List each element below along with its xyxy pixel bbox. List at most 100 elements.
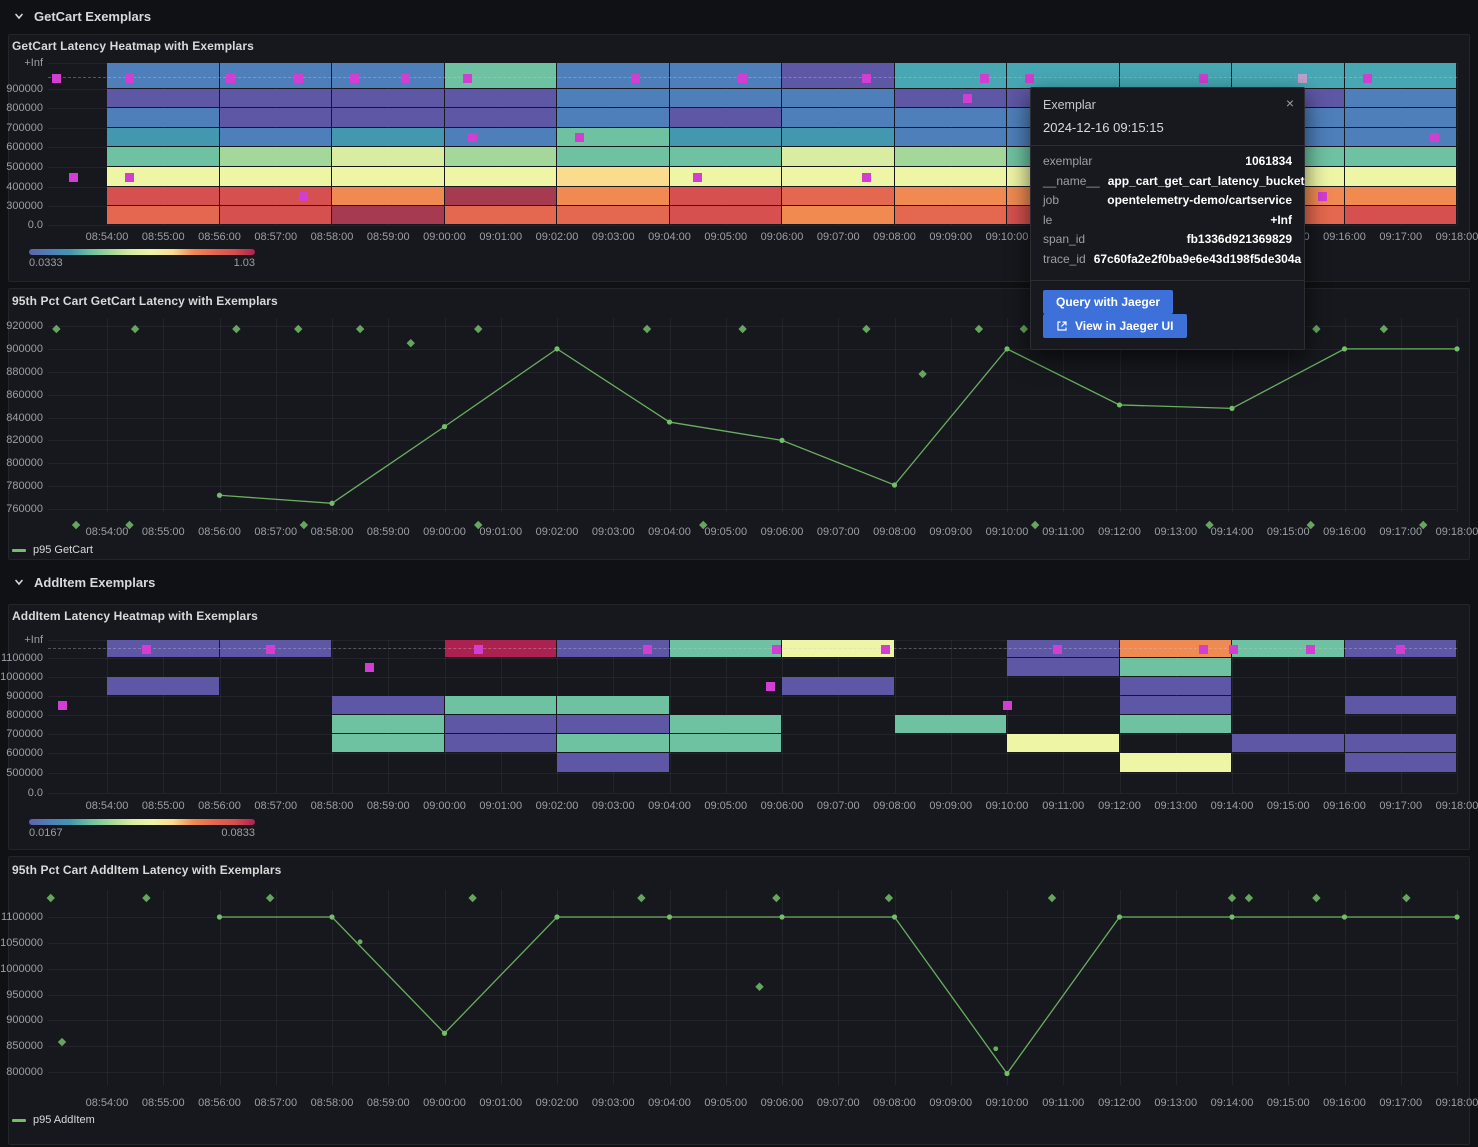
heatmap-cell (670, 187, 782, 205)
query-with-jaeger-button[interactable]: Query with Jaeger (1043, 290, 1173, 314)
x-axis-tick-label: 09:08:00 (873, 231, 916, 243)
gridline (501, 318, 502, 512)
exemplar-marker[interactable] (1396, 645, 1405, 654)
x-axis-tick-label: 09:06:00 (761, 231, 804, 243)
heatmap-cell (332, 696, 444, 714)
x-axis-tick-label: 09:03:00 (592, 231, 635, 243)
exemplar-marker[interactable] (1363, 74, 1372, 83)
exemplar-marker[interactable] (58, 701, 67, 710)
x-axis-tick-label: 09:18:00 (1436, 800, 1478, 812)
exemplar-marker[interactable] (468, 133, 477, 142)
panel-title-additem-heatmap[interactable]: AddItem Latency Heatmap with Exemplars (12, 609, 258, 623)
exemplar-marker[interactable] (631, 74, 640, 83)
exemplar-marker[interactable] (1318, 192, 1327, 201)
color-scale-max: 0.0833 (175, 827, 255, 839)
y-axis-tick-label: 900000 (0, 1014, 43, 1026)
x-axis-tick-label: 08:54:00 (86, 526, 129, 538)
exemplar-marker[interactable] (1025, 74, 1034, 83)
heatmap-cell (220, 187, 332, 205)
exemplar-marker[interactable] (1003, 701, 1012, 710)
x-axis-tick-label: 09:03:00 (592, 1097, 635, 1109)
exemplar-marker[interactable] (294, 74, 303, 83)
y-axis-tick-label: +Inf (0, 57, 43, 69)
x-axis-tick-label: 09:18:00 (1436, 1097, 1478, 1109)
section-header-additem[interactable]: AddItem Exemplars (0, 566, 1478, 598)
panel-title-getcart-latency[interactable]: 95th Pct Cart GetCart Latency with Exemp… (12, 294, 278, 308)
exemplar-marker[interactable] (52, 74, 61, 83)
exemplar-marker[interactable] (474, 645, 483, 654)
y-axis-tick-label: 800000 (0, 1066, 43, 1078)
x-axis-tick-label: 09:09:00 (929, 231, 972, 243)
exemplar-marker[interactable] (1229, 645, 1238, 654)
gridline (557, 318, 558, 512)
x-axis-tick-label: 09:17:00 (1379, 231, 1422, 243)
gridline (1345, 318, 1346, 512)
heatmap-cell (670, 128, 782, 146)
color-scale-gradient (29, 249, 255, 255)
close-icon[interactable]: × (1286, 96, 1294, 110)
exemplar-marker[interactable] (693, 173, 702, 182)
color-scale-min: 0.0167 (29, 827, 63, 839)
tooltip-field-row: le+Inf (1043, 213, 1292, 233)
y-axis-tick-label: 700000 (0, 728, 43, 740)
legend-series-label[interactable]: p95 AddItem (33, 1114, 95, 1126)
series-legend[interactable]: p95 AddItem (12, 1114, 95, 1126)
panel-title-additem-latency[interactable]: 95th Pct Cart AddItem Latency with Exemp… (12, 863, 281, 877)
exemplar-marker[interactable] (766, 682, 775, 691)
tooltip-field-value: app_cart_get_cart_latency_bucket (1108, 174, 1305, 188)
gridline (557, 890, 558, 1085)
exemplar-marker[interactable] (266, 645, 275, 654)
heatmap-cell (332, 206, 444, 224)
legend-series-label[interactable]: p95 GetCart (33, 544, 93, 556)
legend-series-swatch (12, 1119, 26, 1122)
x-axis-tick-label: 09:09:00 (929, 526, 972, 538)
exemplar-marker[interactable] (1430, 133, 1439, 142)
exemplar-marker[interactable] (1298, 74, 1307, 83)
heatmap-cell (220, 128, 332, 146)
exemplar-marker[interactable] (69, 173, 78, 182)
exemplar-marker[interactable] (862, 173, 871, 182)
exemplar-marker[interactable] (125, 74, 134, 83)
gridline (838, 890, 839, 1085)
heatmap-cell (670, 206, 782, 224)
exemplar-marker[interactable] (772, 645, 781, 654)
exemplar-marker[interactable] (226, 74, 235, 83)
heatmap-cell (895, 63, 1007, 88)
exemplar-marker[interactable] (643, 645, 652, 654)
x-axis-tick-label: 09:16:00 (1323, 231, 1366, 243)
exemplar-marker[interactable] (142, 645, 151, 654)
series-legend[interactable]: p95 GetCart (12, 544, 93, 556)
tooltip-field-value: fb1336d921369829 (1187, 232, 1292, 246)
exemplar-marker[interactable] (575, 133, 584, 142)
view-in-jaeger-button[interactable]: View in Jaeger UI (1043, 314, 1187, 338)
exemplar-marker[interactable] (862, 74, 871, 83)
exemplar-marker[interactable] (738, 74, 747, 83)
section-header-getcart[interactable]: GetCart Exemplars (0, 0, 1478, 32)
heatmap-cell (220, 108, 332, 127)
exemplar-marker[interactable] (299, 192, 308, 201)
exemplar-marker[interactable] (881, 645, 890, 654)
x-axis-tick-label: 08:59:00 (367, 231, 410, 243)
exemplar-marker[interactable] (963, 94, 972, 103)
exemplar-marker[interactable] (125, 173, 134, 182)
exemplar-marker[interactable] (350, 74, 359, 83)
exemplar-marker[interactable] (1199, 645, 1208, 654)
exemplar-marker[interactable] (365, 663, 374, 672)
heatmap-cell (557, 128, 669, 146)
heatmap-cell (557, 108, 669, 127)
gridline (782, 640, 783, 793)
x-axis-tick-label: 08:56:00 (198, 231, 241, 243)
exemplar-marker[interactable] (1306, 645, 1315, 654)
exemplar-marker[interactable] (401, 74, 410, 83)
y-axis-tick-label: 400000 (0, 181, 43, 193)
y-axis-tick-label: 1100000 (0, 652, 43, 664)
heatmap-cell (557, 715, 669, 733)
heatmap-cell (1345, 734, 1457, 752)
exemplar-marker[interactable] (1199, 74, 1208, 83)
heatmap-cell (895, 167, 1007, 186)
heatmap-cell (1120, 696, 1232, 714)
exemplar-marker[interactable] (980, 74, 989, 83)
exemplar-marker[interactable] (1053, 645, 1062, 654)
exemplar-marker[interactable] (463, 74, 472, 83)
panel-title-getcart-heatmap[interactable]: GetCart Latency Heatmap with Exemplars (12, 39, 254, 53)
